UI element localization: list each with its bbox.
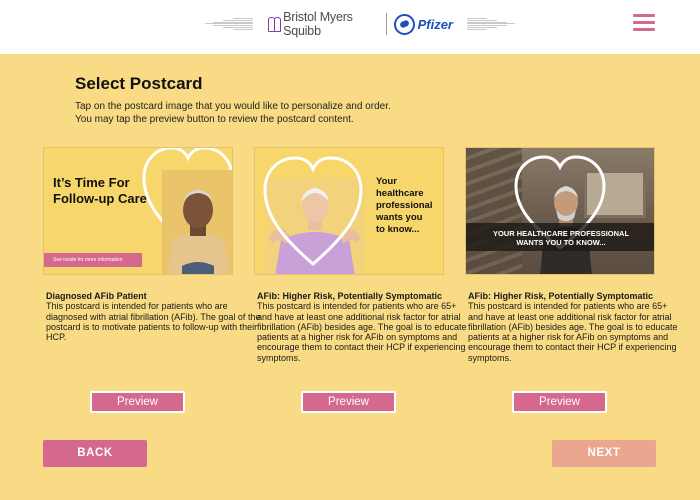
page-title: Select Postcard bbox=[75, 74, 203, 93]
postcard-2-description: This postcard is intended for patients w… bbox=[257, 301, 467, 363]
app-header: Bristol Myers Squibb Pfizer bbox=[0, 0, 700, 54]
postcard-1-headline: It’s Time For Follow-up Care bbox=[53, 175, 147, 207]
postcard-image-1[interactable]: It’s Time For Follow-up Care See inside … bbox=[43, 147, 233, 275]
postcard-1-description-block: Diagnosed AFib Patient This postcard is … bbox=[46, 291, 261, 342]
preview-button-1[interactable]: Preview bbox=[90, 391, 185, 413]
instruction-text-1: Tap on the postcard image that you would… bbox=[75, 101, 391, 112]
postcard-3-banner-line-1: YOUR HEALTHCARE PROFESSIONAL bbox=[492, 229, 630, 238]
postcard-1-title: Diagnosed AFib Patient bbox=[46, 291, 147, 301]
right-speed-lines bbox=[467, 18, 515, 30]
bms-logo-icon bbox=[267, 16, 282, 32]
left-speed-lines bbox=[205, 18, 253, 30]
postcard-3-description: This postcard is intended for patients w… bbox=[468, 301, 678, 363]
bms-logo-text: Bristol Myers Squibb bbox=[283, 10, 353, 38]
postcard-3-banner: YOUR HEALTHCARE PROFESSIONAL WANTS YOU T… bbox=[466, 223, 654, 251]
pfizer-logo-icon bbox=[393, 13, 415, 35]
pfizer-logo: Pfizer bbox=[393, 13, 467, 35]
postcard-2-title: AFib: Higher Risk, Potentially Symptomat… bbox=[257, 291, 443, 301]
postcard-2-headline-line-1: Your bbox=[376, 176, 397, 187]
postcard-image-3[interactable]: YOUR HEALTHCARE PROFESSIONAL WANTS YOU T… bbox=[465, 147, 655, 275]
postcard-1-headline-line-2: Follow-up Care bbox=[53, 191, 147, 206]
postcard-2-headline-line-3: professional bbox=[376, 200, 433, 211]
heart-outline-graphic bbox=[263, 156, 363, 266]
postcard-2-headline-line-4: wants you bbox=[376, 212, 423, 223]
postcard-image-2[interactable]: Your healthcare professional wants you t… bbox=[254, 147, 444, 275]
postcard-3-banner-line-2: WANTS YOU TO KNOW... bbox=[516, 238, 606, 247]
postcard-2-headline-line-2: healthcare bbox=[376, 188, 424, 199]
logo-divider bbox=[385, 13, 387, 35]
bms-logo: Bristol Myers Squibb bbox=[267, 10, 379, 38]
postcard-1-ribbon: See inside for more information bbox=[44, 253, 142, 267]
postcard-2-description-block: AFib: Higher Risk, Potentially Symptomat… bbox=[257, 291, 472, 363]
postcard-2-headline: Your healthcare professional wants you t… bbox=[376, 176, 433, 236]
next-button[interactable]: NEXT bbox=[552, 440, 656, 467]
older-man-photo bbox=[162, 170, 232, 274]
hamburger-menu-icon[interactable] bbox=[633, 14, 655, 34]
postcard-1-description: This postcard is intended for patients w… bbox=[46, 301, 261, 343]
postcard-3-description-block: AFib: Higher Risk, Potentially Symptomat… bbox=[468, 291, 683, 363]
postcard-3-title: AFib: Higher Risk, Potentially Symptomat… bbox=[468, 291, 654, 301]
preview-button-3[interactable]: Preview bbox=[512, 391, 607, 413]
pfizer-logo-text: Pfizer bbox=[417, 16, 453, 32]
postcard-2-headline-line-5: to know... bbox=[376, 224, 420, 235]
postcard-1-headline-line-1: It’s Time For bbox=[53, 175, 130, 190]
instruction-text-2: You may tap the preview button to review… bbox=[75, 114, 354, 125]
back-button[interactable]: BACK bbox=[43, 440, 147, 467]
preview-button-2[interactable]: Preview bbox=[301, 391, 396, 413]
brand-logos: Bristol Myers Squibb Pfizer bbox=[205, 10, 515, 38]
